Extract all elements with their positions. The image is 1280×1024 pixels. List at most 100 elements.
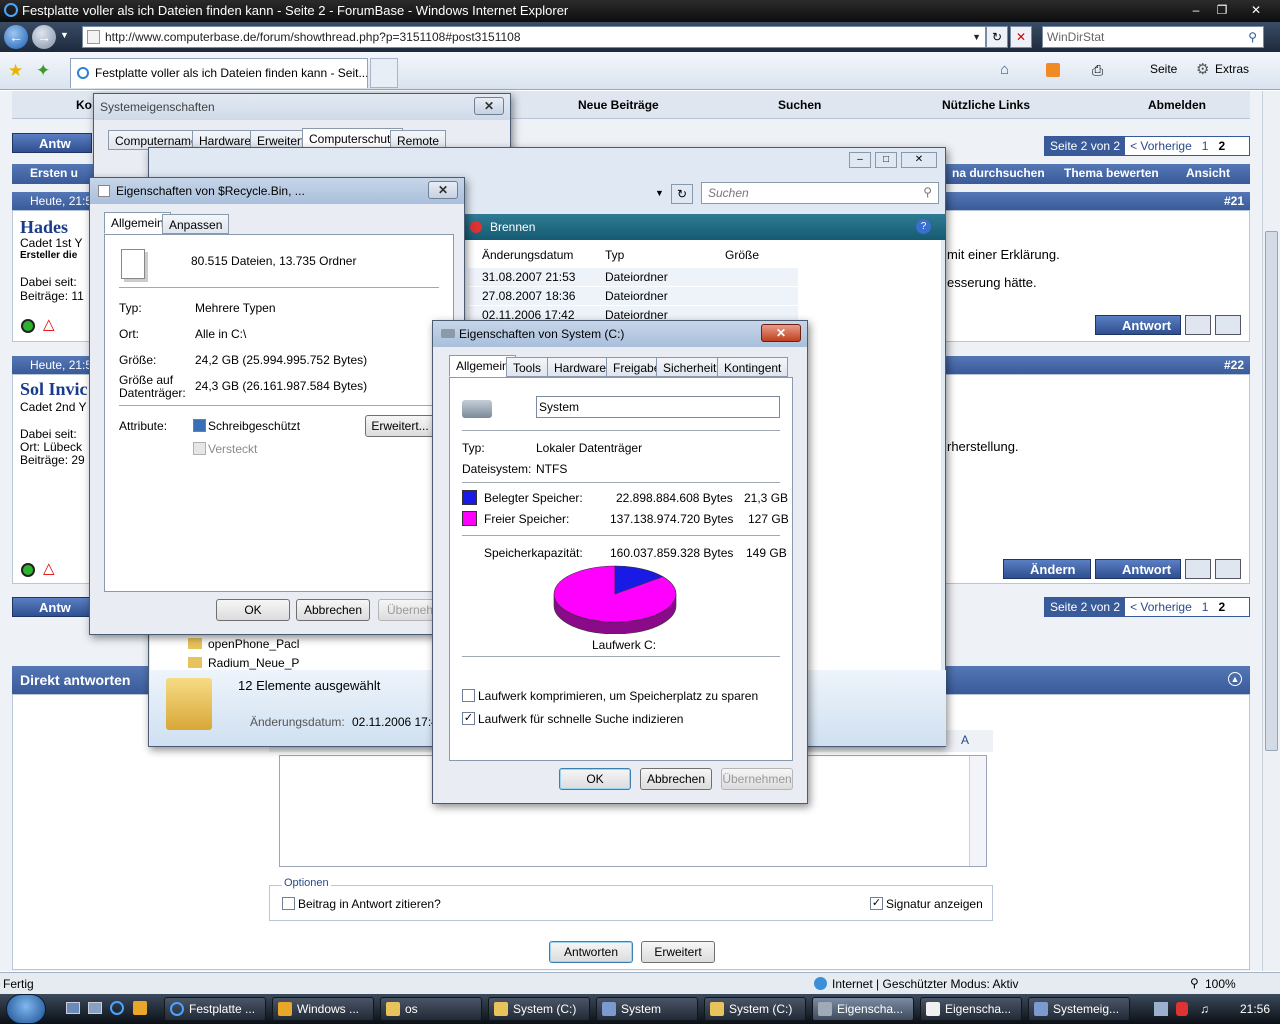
back-button[interactable]: ← (4, 25, 28, 49)
print-icon[interactable]: ⎙ (1092, 62, 1103, 79)
volume-tray-icon[interactable]: ♫ (1200, 1002, 1209, 1016)
post-username[interactable]: Sol Invic (20, 379, 88, 400)
tab-tools[interactable]: Tools (506, 357, 549, 377)
security-zone[interactable]: Internet | Geschützter Modus: Aktiv (832, 977, 1019, 991)
taskbar-item[interactable]: System (C:) (704, 997, 806, 1021)
address-bar[interactable]: http://www.computerbase.de/forum/showthr… (82, 26, 986, 48)
show-desktop-icon[interactable] (66, 1002, 80, 1014)
pager-page-1[interactable]: 1 (1197, 598, 1214, 616)
quote-icon[interactable] (1185, 315, 1211, 335)
reply-button-22[interactable]: Antwort (1095, 559, 1181, 579)
explorer-close[interactable]: ✕ (901, 152, 937, 168)
start-button[interactable] (6, 994, 46, 1024)
thread-first-unread[interactable]: Ersten u (30, 166, 78, 180)
thread-search[interactable]: na durchsuchen (952, 166, 1045, 180)
signature-checkbox[interactable]: ✓ (870, 897, 883, 910)
collapse-icon[interactable]: ▲ (1228, 672, 1242, 686)
column-date[interactable]: Änderungsdatum (482, 248, 573, 262)
pager-page-2[interactable]: 2 (1213, 137, 1230, 155)
nav-useful-links[interactable]: Nützliche Links (942, 98, 1030, 112)
edit-button-22[interactable]: Ändern (1003, 559, 1091, 579)
nav-new-posts[interactable]: Neue Beiträge (578, 98, 659, 112)
textarea-scrollbar[interactable] (969, 756, 986, 866)
readonly-checkbox[interactable] (193, 419, 206, 432)
cancel-button[interactable]: Abbrechen (640, 768, 712, 790)
file-row[interactable]: 31.08.2007 21:53 Dateiordner (468, 268, 798, 286)
tab-quota[interactable]: Kontingent (717, 357, 789, 377)
restore-button[interactable]: ❐ (1210, 1, 1234, 19)
ie-quicklaunch-icon[interactable] (110, 1001, 124, 1015)
reply-button-bottom[interactable]: Antw (12, 597, 92, 617)
search-input[interactable]: WinDirStat ⚲ (1042, 26, 1264, 48)
explorer-maximize[interactable]: □ (875, 152, 897, 168)
compress-checkbox[interactable] (462, 689, 475, 702)
refresh-icon[interactable]: ↻ (671, 184, 693, 204)
folder-item[interactable]: openPhone_Pacl (208, 637, 299, 651)
quote-icon[interactable] (1185, 559, 1211, 579)
page-scrollbar[interactable] (1262, 91, 1280, 971)
new-tab-button[interactable] (370, 58, 398, 88)
taskbar-item[interactable]: Windows ... (272, 997, 374, 1021)
index-checkbox[interactable]: ✓ (462, 712, 475, 725)
multiquote-icon[interactable] (1215, 559, 1241, 579)
taskbar-item[interactable]: System (596, 997, 698, 1021)
explorer-search[interactable]: Suchen ⚲ (701, 182, 939, 204)
help-icon[interactable]: ? (916, 219, 931, 234)
nav-search[interactable]: Suchen (778, 98, 821, 112)
scrollbar-thumb[interactable] (1265, 231, 1278, 751)
post-username[interactable]: Hades (20, 217, 68, 238)
pager-prev[interactable]: < Vorherige (1125, 137, 1197, 155)
pager-page-1[interactable]: 1 (1197, 137, 1214, 155)
tab-hardware[interactable]: Hardware (547, 357, 614, 377)
post-number[interactable]: #22 (1224, 358, 1244, 372)
quote-checkbox[interactable] (282, 897, 295, 910)
history-dropdown-icon[interactable]: ▼ (60, 30, 69, 40)
tools-menu[interactable]: Extras (1215, 62, 1249, 76)
minimize-button[interactable]: – (1184, 1, 1208, 19)
favorites-star-icon[interactable]: ★ (8, 61, 23, 81)
search-icon[interactable]: ⚲ (1248, 27, 1257, 47)
home-icon[interactable]: ⌂ (1000, 61, 1009, 78)
taskbar-item[interactable]: Festplatte ... (164, 997, 266, 1021)
taskbar-item[interactable]: Eigenscha... (920, 997, 1022, 1021)
taskbar-item[interactable]: Systemeig... (1028, 997, 1130, 1021)
taskbar-item[interactable]: os (380, 997, 482, 1021)
nav-logout[interactable]: Abmelden (1148, 98, 1206, 112)
taskbar-item-active[interactable]: Eigenscha... (812, 997, 914, 1021)
drive-name-input[interactable] (536, 396, 780, 418)
clock[interactable]: 21:56 (1240, 1002, 1270, 1016)
forward-button[interactable]: → (32, 25, 56, 49)
advanced-button[interactable]: Erweitert... (365, 415, 435, 437)
switch-windows-icon[interactable] (88, 1002, 102, 1014)
close-button[interactable]: ✕ (428, 181, 458, 199)
security-tray-icon[interactable] (1176, 1002, 1188, 1016)
address-dropdown-icon[interactable]: ▼ (655, 188, 664, 198)
nav-ko[interactable]: Ko (76, 98, 92, 112)
add-favorite-icon[interactable]: ✦ (36, 61, 50, 81)
close-button[interactable]: ✕ (761, 324, 801, 342)
stop-button[interactable]: ✕ (1010, 26, 1032, 48)
thread-rate[interactable]: Thema bewerten (1064, 166, 1159, 180)
report-icon[interactable]: △ (43, 559, 55, 577)
post-number[interactable]: #21 (1224, 194, 1244, 208)
network-tray-icon[interactable] (1154, 1002, 1168, 1016)
zoom-level[interactable]: 100% (1205, 977, 1236, 991)
taskbar-item[interactable]: System (C:) (488, 997, 590, 1021)
thread-view[interactable]: Ansicht (1186, 166, 1230, 180)
ok-button[interactable]: OK (216, 599, 290, 621)
folder-item[interactable]: Radium_Neue_P (208, 656, 299, 670)
report-icon[interactable]: △ (43, 315, 55, 333)
cancel-button[interactable]: Abbrechen (296, 599, 370, 621)
browser-tab[interactable]: Festplatte voller als ich Dateien finden… (70, 58, 368, 88)
address-dropdown-icon[interactable]: ▼ (972, 27, 981, 47)
column-type[interactable]: Typ (605, 248, 624, 262)
submit-reply-button[interactable]: Antworten (549, 941, 633, 963)
pager-prev[interactable]: < Vorherige (1125, 598, 1197, 616)
close-button[interactable]: ✕ (1236, 1, 1276, 19)
pager-page-2[interactable]: 2 (1213, 598, 1230, 616)
extended-reply-button[interactable]: Erweitert (641, 941, 715, 963)
media-quicklaunch-icon[interactable] (133, 1001, 147, 1015)
page-menu[interactable]: Seite (1150, 62, 1177, 76)
tab-security[interactable]: Sicherheit (656, 357, 724, 377)
refresh-button[interactable]: ↻ (986, 26, 1008, 48)
